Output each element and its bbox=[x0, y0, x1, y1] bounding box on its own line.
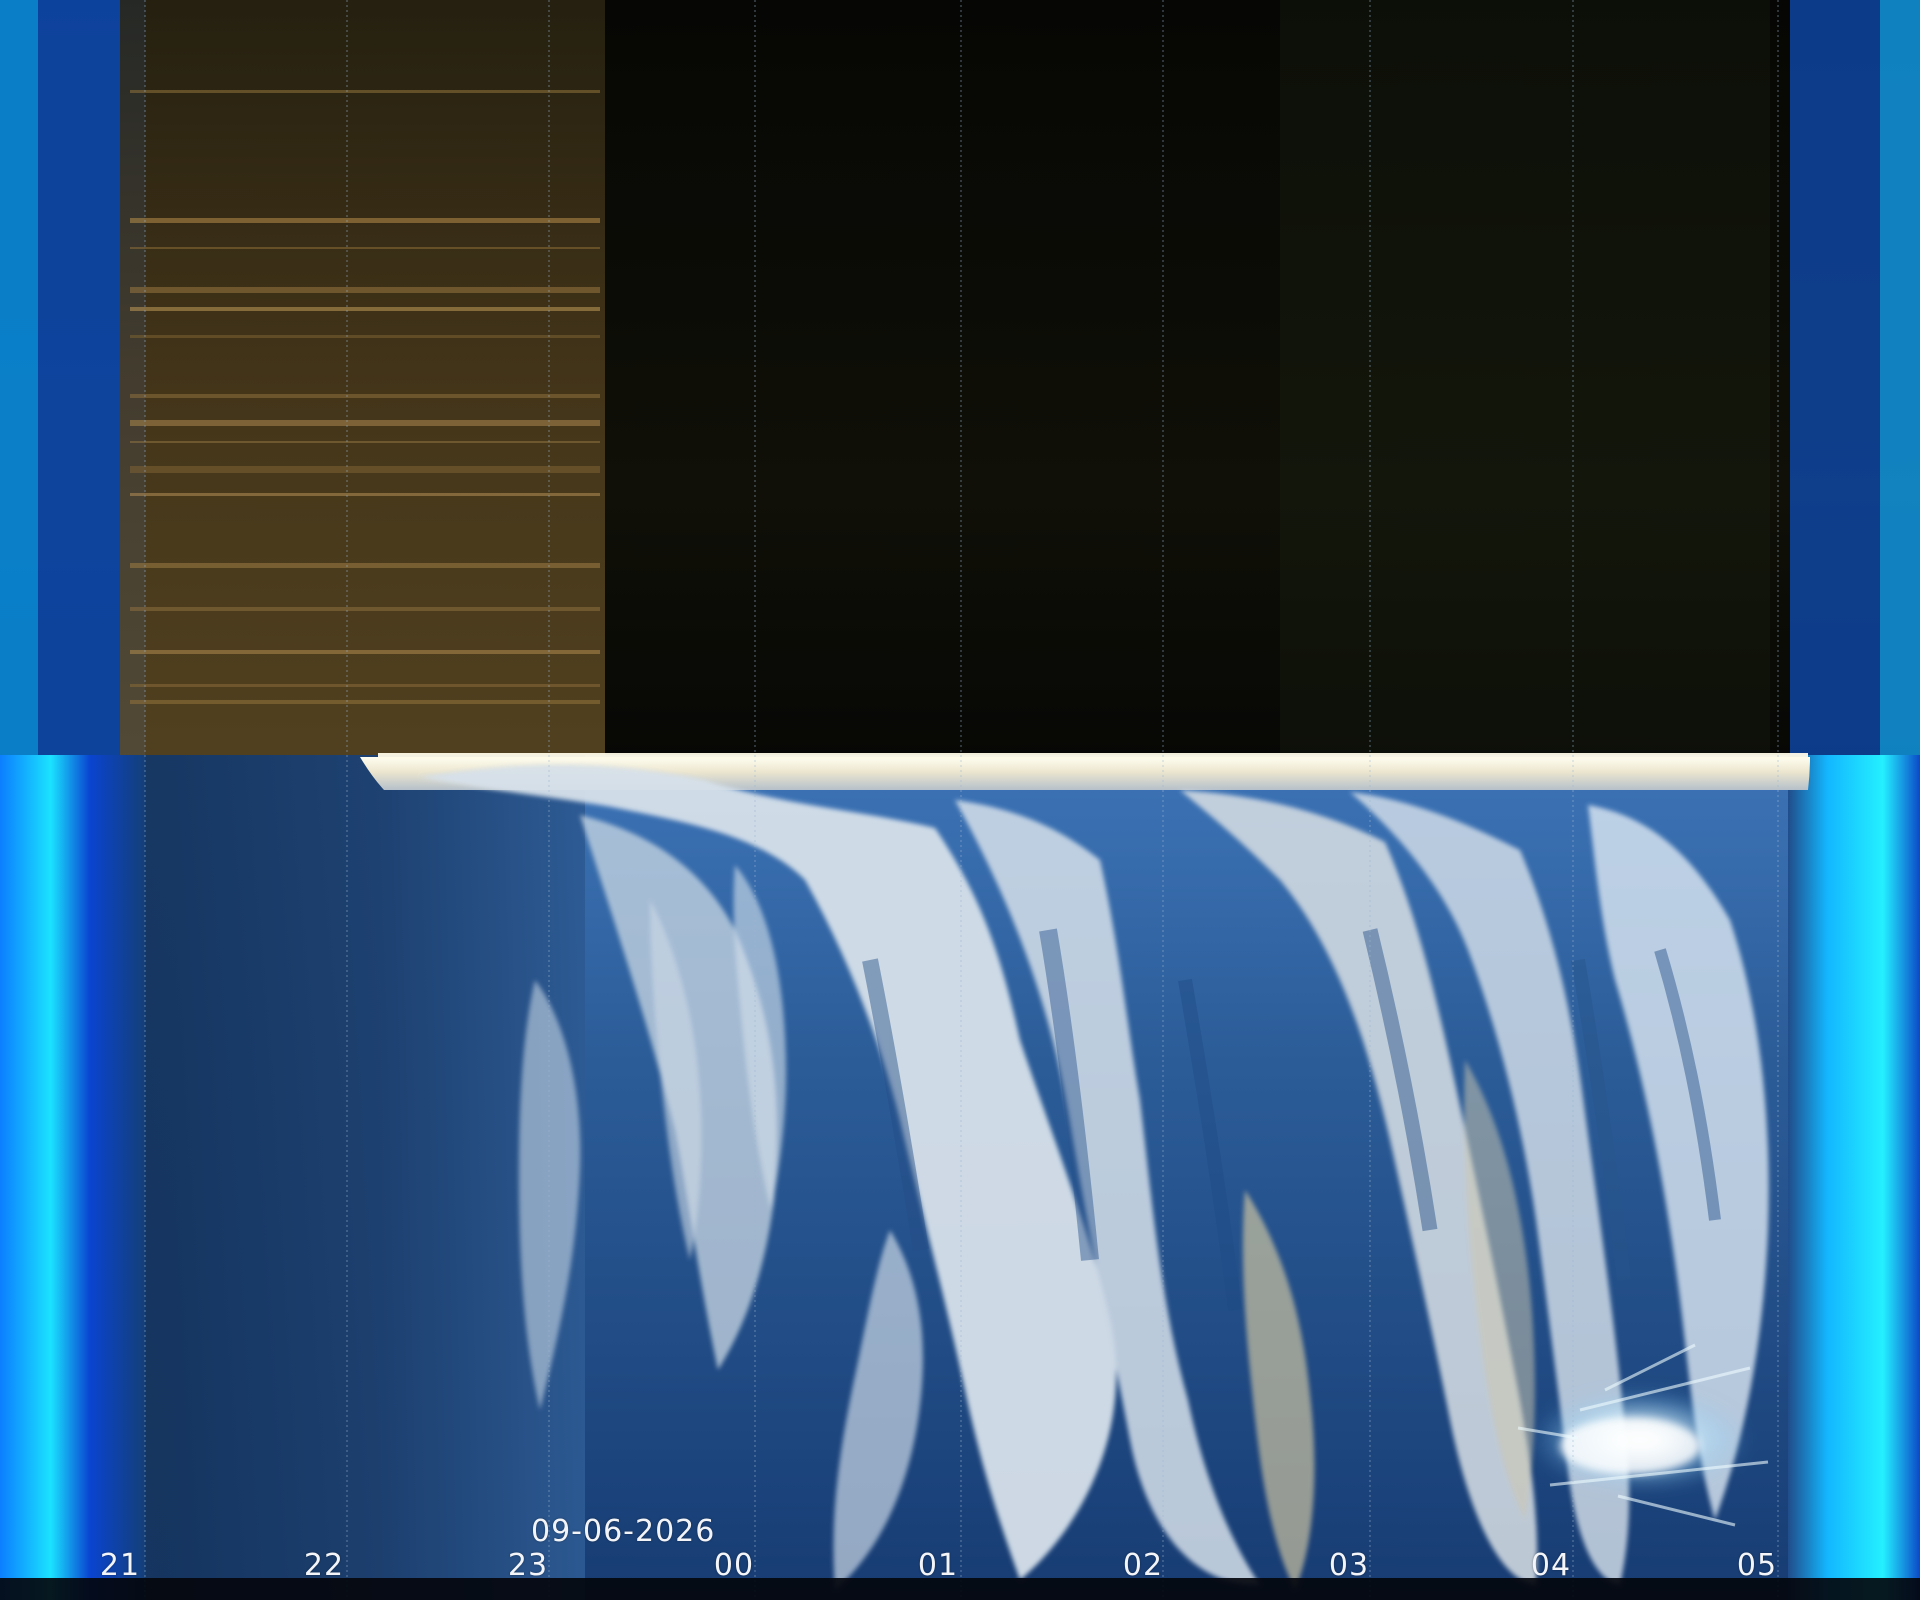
earth-sky-composite bbox=[0, 0, 1920, 1600]
time-tick-03: 03 bbox=[1328, 1548, 1370, 1583]
amber-band bbox=[120, 0, 605, 758]
bottom-border bbox=[0, 1578, 1920, 1600]
time-tick-02: 02 bbox=[1122, 1548, 1164, 1583]
time-tick-01: 01 bbox=[917, 1548, 959, 1583]
satellite-timelapse-image: 09-06-2026 21 22 23 00 01 02 03 04 05 bbox=[0, 0, 1920, 1600]
upper-right-haze bbox=[1280, 0, 1770, 758]
left-blue-edge-bottom bbox=[0, 755, 145, 1600]
time-tick-00: 00 bbox=[713, 1548, 755, 1583]
time-tick-22: 22 bbox=[303, 1548, 345, 1583]
left-cyan-edge-top bbox=[0, 0, 38, 758]
time-tick-21: 21 bbox=[99, 1548, 141, 1583]
time-tick-04: 04 bbox=[1530, 1548, 1572, 1583]
right-cyan-edge-top bbox=[1880, 0, 1920, 758]
right-blue-edge-bottom bbox=[1788, 755, 1920, 1600]
time-tick-05: 05 bbox=[1736, 1548, 1778, 1583]
time-tick-23: 23 bbox=[507, 1548, 549, 1583]
